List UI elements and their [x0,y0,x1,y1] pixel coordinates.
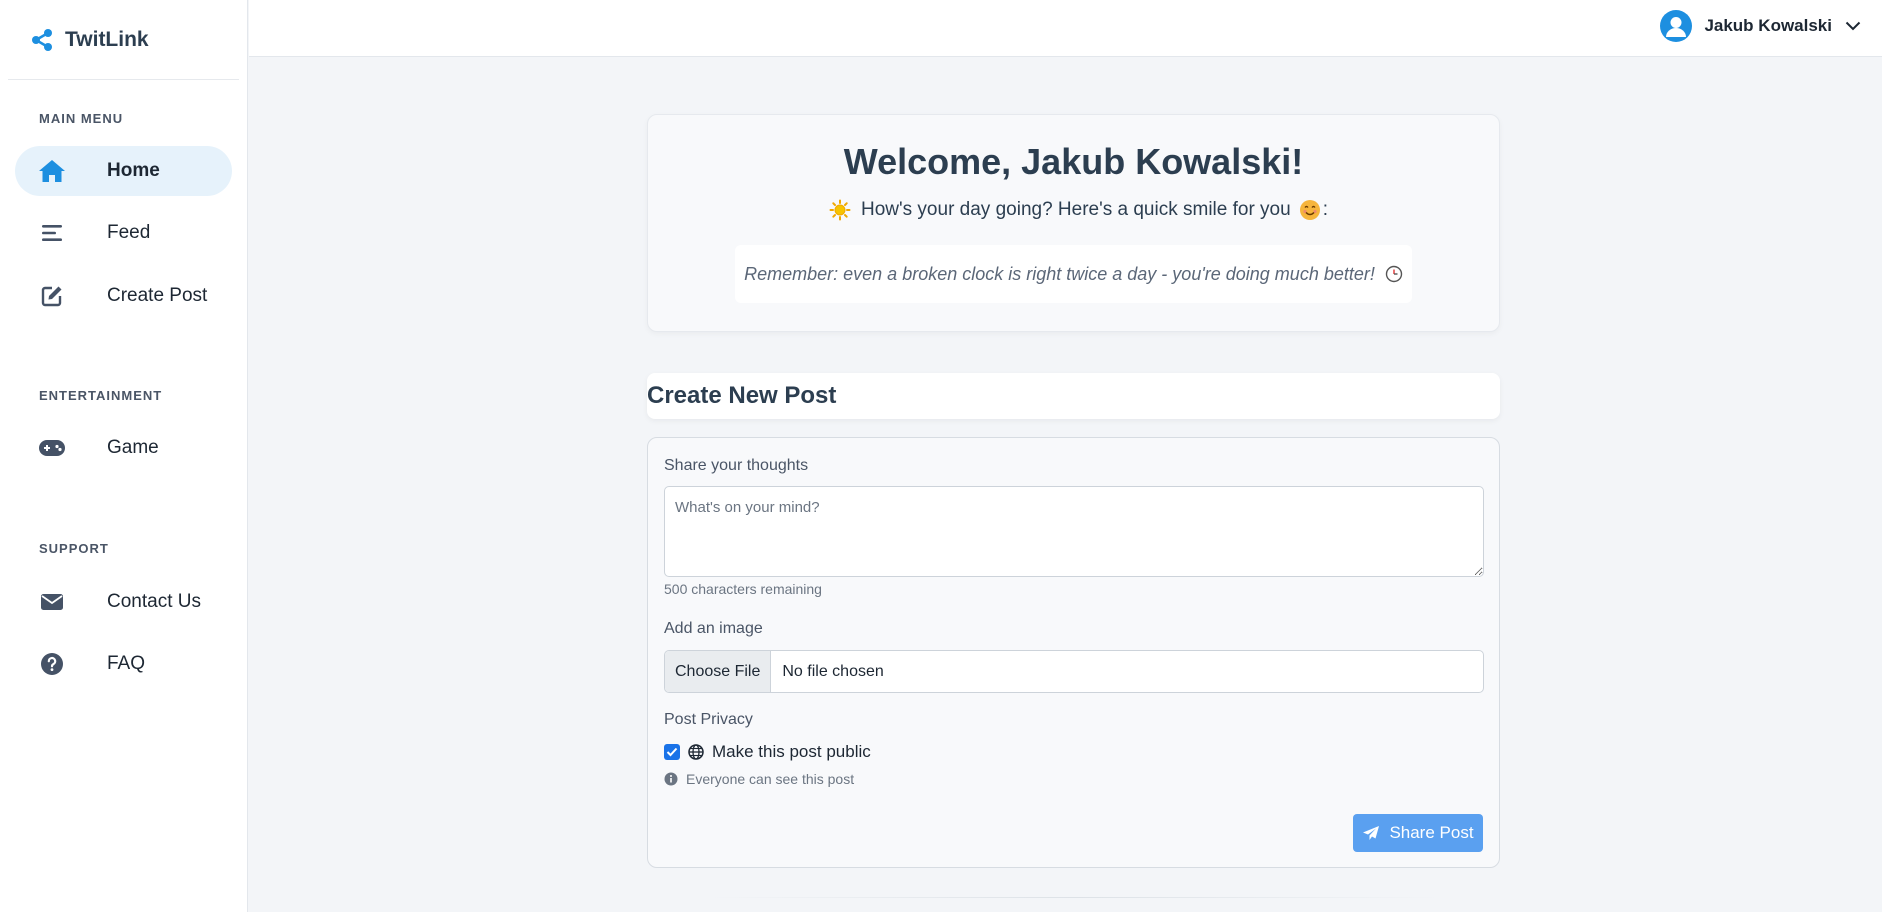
sidebar-item-contact-us[interactable]: Contact Us [15,577,232,627]
section-title-support: SUPPORT [39,541,109,556]
quote-text: Remember: even a broken clock is right t… [744,263,1375,284]
sidebar-item-home[interactable]: Home [15,146,232,196]
edit-icon [37,281,67,311]
paper-plane-icon [1362,825,1380,841]
public-toggle-row: Make this post public [664,742,871,762]
brand[interactable]: TwitLink [8,0,239,80]
home-icon [37,156,67,186]
welcome-subtitle: How's your day going? Here's a quick smi… [861,199,1291,220]
thoughts-label: Share your thoughts [664,457,809,474]
envelope-icon [37,587,67,617]
sidebar: TwitLink MAIN MENU Home Feed Create Post… [0,0,248,912]
create-post-heading-bar: Create New Post [647,373,1500,419]
chevron-down-icon [1844,17,1862,35]
public-checkbox[interactable] [664,744,680,760]
welcome-card: Welcome, Jakub Kowalski! How's your day … [647,114,1500,332]
info-circle-icon [664,772,678,786]
choose-file-button[interactable]: Choose File [665,651,772,692]
smile-icon [1299,199,1321,221]
welcome-title: Welcome, Jakub Kowalski! [843,141,1304,182]
file-status: No file chosen [782,662,884,680]
quote-box: Remember: even a broken clock is right t… [735,245,1412,303]
privacy-hint-text: Everyone can see this post [686,771,855,787]
image-label: Add an image [664,620,763,637]
brand-name: TwitLink [65,27,149,51]
user-avatar-icon [1660,10,1693,42]
section-title-entertainment: ENTERTAINMENT [39,388,163,403]
welcome-subtitle-row: How's your day going? Here's a quick smi… [648,199,1499,221]
user-menu[interactable]: Jakub Kowalski [1660,9,1862,43]
sidebar-item-label: Create Post [107,285,208,306]
create-post-form: Share your thoughts 500 characters remai… [647,437,1500,868]
bars-icon [37,218,67,248]
public-checkbox-label: Make this post public [712,742,871,761]
welcome-subtitle-suffix: : [1322,199,1328,220]
sidebar-item-faq[interactable]: FAQ [15,639,232,689]
post-content-input[interactable] [664,486,1484,577]
privacy-hint: Everyone can see this post [664,771,854,787]
image-file-input[interactable]: Choose File No file chosen [664,650,1484,693]
question-circle-icon [37,649,67,679]
globe-icon [688,744,704,760]
divider [710,897,1440,898]
share-post-button[interactable]: Share Post [1353,814,1483,852]
section-title-main-menu: MAIN MENU [39,111,124,126]
create-post-heading: Create New Post [647,382,837,409]
sidebar-item-feed[interactable]: Feed [15,208,232,258]
topbar: Jakub Kowalski [249,0,1882,57]
sidebar-item-label: Contact Us [107,591,201,612]
sidebar-item-label: Home [107,160,160,181]
share-post-label: Share Post [1389,823,1474,842]
user-name: Jakub Kowalski [1704,16,1832,35]
character-counter: 500 characters remaining [664,581,822,597]
clock-icon [1385,265,1403,283]
privacy-label: Post Privacy [664,711,753,728]
sun-icon [829,199,851,221]
gamepad-icon [37,433,67,463]
sidebar-item-create-post[interactable]: Create Post [15,271,232,321]
sidebar-item-label: Feed [107,222,151,243]
share-nodes-icon [29,27,55,53]
sidebar-item-label: FAQ [107,653,146,674]
sidebar-item-game[interactable]: Game [15,423,232,473]
sidebar-item-label: Game [107,437,159,458]
